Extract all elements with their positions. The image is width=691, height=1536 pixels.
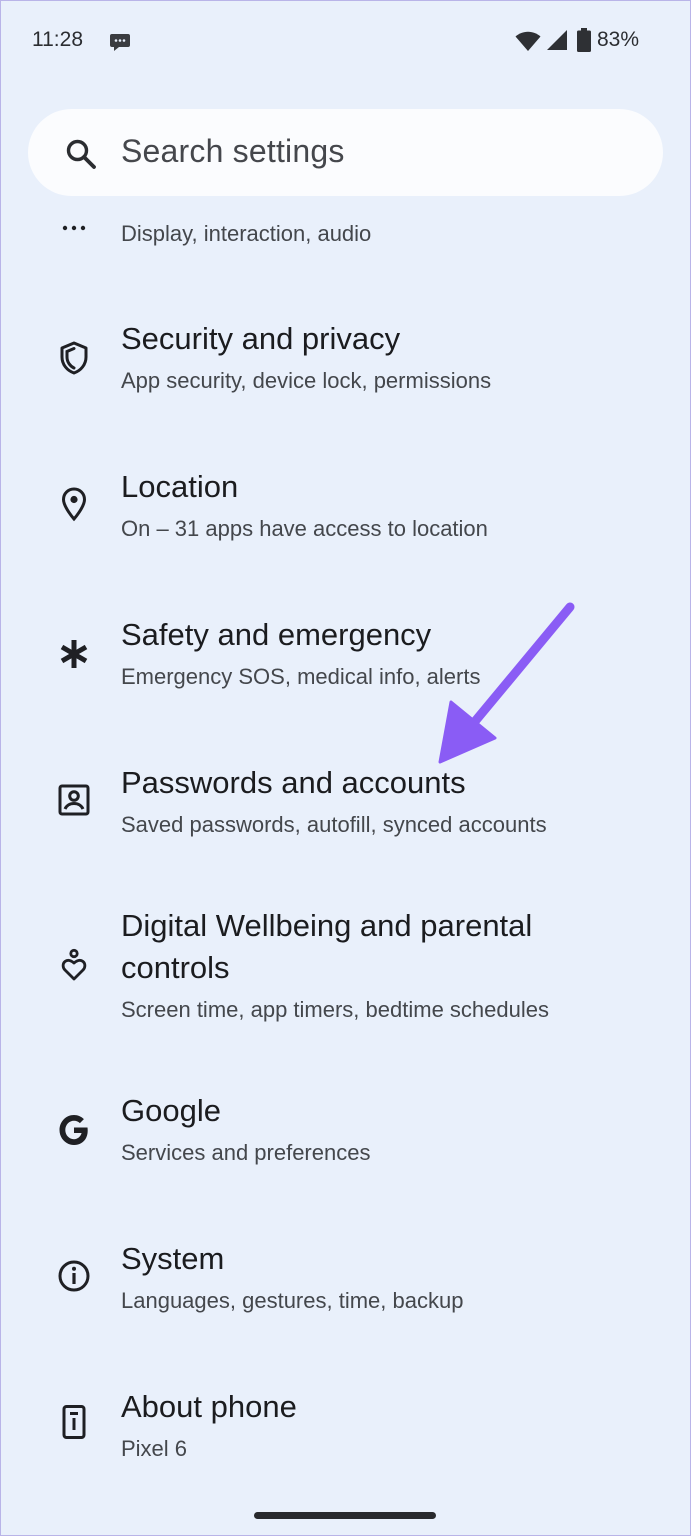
settings-item-security-privacy[interactable]: Security and privacy App security, devic… bbox=[0, 318, 691, 408]
settings-item-subtitle: On – 31 apps have access to location bbox=[121, 516, 488, 541]
status-time: 11:28 bbox=[32, 28, 83, 51]
settings-item-subtitle: Services and preferences bbox=[121, 1140, 371, 1165]
search-placeholder: Search settings bbox=[121, 133, 345, 169]
settings-item-subtitle: App security, device lock, permissions bbox=[121, 368, 492, 393]
settings-item-title: System bbox=[121, 1241, 225, 1276]
settings-item-subtitle: Pixel 6 bbox=[121, 1436, 188, 1461]
settings-item-subtitle: Languages, gestures, time, backup bbox=[121, 1288, 464, 1313]
settings-item-subtitle: Saved passwords, autofill, synced accoun… bbox=[121, 812, 547, 837]
battery-percentage: 83% bbox=[597, 28, 640, 51]
settings-item-location[interactable]: Location On – 31 apps have access to loc… bbox=[0, 466, 691, 556]
settings-item-google[interactable]: Google Services and preferences bbox=[0, 1090, 691, 1180]
wellbeing-icon bbox=[61, 948, 87, 981]
wifi-icon bbox=[515, 31, 541, 51]
settings-item-title: Security and privacy bbox=[121, 321, 401, 356]
google-g-icon bbox=[59, 1115, 88, 1145]
settings-item-title: About phone bbox=[121, 1389, 297, 1424]
settings-item-title: Safety and emergency bbox=[121, 617, 432, 652]
settings-item-title: Digital Wellbeing and parental controls bbox=[121, 908, 533, 985]
more-horiz-icon bbox=[62, 225, 86, 231]
settings-item-title: Google bbox=[121, 1093, 221, 1128]
settings-item-about-phone[interactable]: About phone Pixel 6 bbox=[0, 1386, 691, 1476]
shield-icon bbox=[60, 341, 88, 375]
settings-item-title: Location bbox=[121, 469, 239, 504]
chat-bubble-icon bbox=[110, 34, 130, 51]
settings-item-subtitle: Screen time, app timers, bedtime schedul… bbox=[121, 997, 549, 1022]
info-icon bbox=[58, 1260, 90, 1292]
asterisk-icon bbox=[60, 640, 88, 668]
settings-item-passwords-accounts[interactable]: Passwords and accounts Saved passwords, … bbox=[0, 762, 691, 852]
search-settings-bar[interactable]: Search settings bbox=[28, 109, 663, 196]
settings-item-accessibility[interactable]: Display, interaction, audio bbox=[0, 205, 691, 265]
settings-item-subtitle: Display, interaction, audio bbox=[121, 221, 372, 246]
settings-item-digital-wellbeing[interactable]: Digital Wellbeing and parental controls … bbox=[0, 905, 691, 1035]
battery-icon bbox=[577, 28, 591, 52]
status-bar: 11:28 83% bbox=[0, 0, 691, 84]
phone-icon bbox=[62, 1405, 86, 1439]
settings-item-safety-emergency[interactable]: Safety and emergency Emergency SOS, medi… bbox=[0, 614, 691, 704]
settings-item-system[interactable]: System Languages, gestures, time, backup bbox=[0, 1238, 691, 1328]
signal-icon bbox=[547, 30, 567, 50]
settings-item-title: Passwords and accounts bbox=[121, 765, 466, 800]
account-box-icon bbox=[58, 784, 90, 816]
settings-item-subtitle: Emergency SOS, medical info, alerts bbox=[121, 664, 481, 689]
location-pin-icon bbox=[61, 487, 87, 522]
search-icon bbox=[66, 139, 96, 169]
navigation-gesture-handle[interactable] bbox=[254, 1512, 436, 1519]
